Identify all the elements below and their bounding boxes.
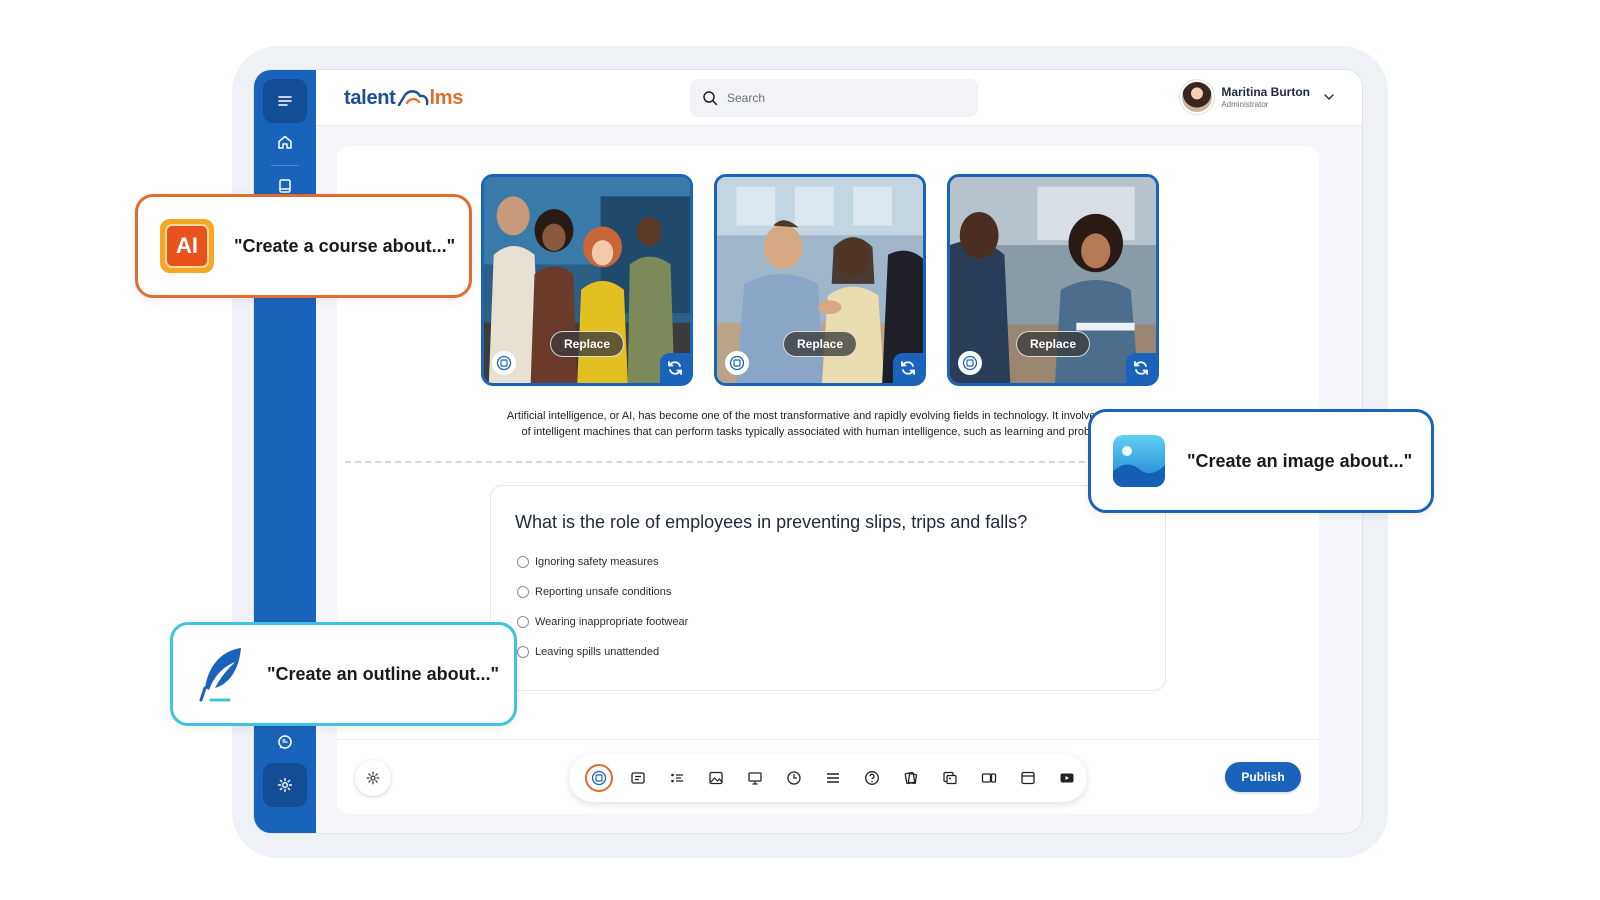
paragraph-line-1: Artificial intelligence, or AI, has beco… <box>506 410 1108 422</box>
toolbar-flashcard-button[interactable] <box>892 761 931 795</box>
refresh-icon <box>668 361 682 375</box>
content-paragraph[interactable]: Artificial intelligence, or AI, has beco… <box>487 408 1127 440</box>
ai-generate-chip[interactable] <box>492 351 516 375</box>
question-icon <box>865 771 880 785</box>
logo-cloud-icon <box>397 90 428 107</box>
toolbar-image-button[interactable] <box>696 761 735 795</box>
talentlms-logo[interactable]: talent lms <box>344 84 463 112</box>
toolbar-youtube-button[interactable] <box>1048 761 1087 795</box>
radio-button[interactable] <box>517 616 529 628</box>
answer-option-3[interactable]: Wearing inappropriate footwear <box>517 616 688 628</box>
user-name: Maritina Burton <box>1221 85 1310 99</box>
sidebar-item-messages[interactable] <box>263 720 307 764</box>
radio-button[interactable] <box>517 646 529 658</box>
refresh-icon <box>901 361 915 375</box>
search-input[interactable] <box>727 91 947 105</box>
ai-icon <box>591 770 606 786</box>
replace-button[interactable]: Replace <box>1015 331 1091 357</box>
toolbar-text-button[interactable] <box>618 761 657 795</box>
menu-icon <box>278 96 292 106</box>
toolbar-video-button[interactable] <box>970 761 1009 795</box>
replace-button[interactable]: Replace <box>782 331 858 357</box>
toolbar-window-button[interactable] <box>1009 761 1048 795</box>
toolbar-audio-button[interactable] <box>774 761 813 795</box>
ai-chip-icon <box>729 355 745 371</box>
book-icon <box>279 179 291 193</box>
paragraph-line-2: of intelligent machines that can perform… <box>521 426 1093 438</box>
ai-course-callout: AI "Create a course about..." <box>135 194 472 298</box>
toolbar-presentation-button[interactable] <box>735 761 774 795</box>
option-label: Leaving spills unattended <box>535 646 660 658</box>
section-divider <box>345 461 1105 463</box>
option-label: Wearing inappropriate footwear <box>535 616 689 628</box>
unit-settings-button[interactable] <box>355 760 391 796</box>
ai-generate-chip[interactable] <box>725 351 749 375</box>
search-bar[interactable] <box>690 79 978 117</box>
image-generator-icon <box>1113 435 1165 487</box>
callout-outline-text: "Create an outline about..." <box>267 663 500 684</box>
window-icon <box>1021 771 1036 785</box>
radio-button[interactable] <box>517 586 529 598</box>
answer-option-2[interactable]: Reporting unsafe conditions <box>517 586 671 598</box>
user-role: Administrator <box>1221 100 1269 109</box>
video-icon <box>982 773 997 783</box>
gallery-icon <box>943 771 957 785</box>
gear-icon <box>366 771 380 785</box>
sidebar-item-home[interactable] <box>263 120 307 164</box>
ai-chip-icon <box>496 355 512 371</box>
question-title: What is the role of employees in prevent… <box>515 512 1028 532</box>
answer-option-1[interactable]: Ignoring safety measures <box>517 556 659 568</box>
toolbar-question-button[interactable] <box>853 761 892 795</box>
option-label: Ignoring safety measures <box>535 556 659 568</box>
columns-icon <box>827 773 839 783</box>
toolbar-gallery-button[interactable] <box>931 761 970 795</box>
youtube-icon <box>1060 773 1074 783</box>
regenerate-button[interactable] <box>660 353 690 383</box>
image-icon <box>709 771 723 785</box>
home-icon <box>278 135 292 149</box>
avatar <box>1180 80 1215 114</box>
ai-chip-icon <box>962 355 978 371</box>
callout-course-text: "Create a course about..." <box>234 235 456 256</box>
radio-button[interactable] <box>517 556 529 568</box>
ai-badge-icon: AI <box>160 219 214 273</box>
presentation-icon <box>748 772 762 785</box>
list-icon <box>670 773 683 783</box>
refresh-icon <box>1134 361 1148 375</box>
gear-icon <box>277 777 293 793</box>
regenerate-button[interactable] <box>1126 353 1156 383</box>
logo-text-talent: talent <box>344 86 396 109</box>
flashcard-icon <box>904 771 918 785</box>
publish-button[interactable]: Publish <box>1225 762 1301 792</box>
text-icon <box>630 772 645 784</box>
callout-image-text: "Create an image about..." <box>1187 450 1413 471</box>
generated-image-card-2[interactable]: Replace <box>714 174 926 386</box>
search-icon <box>703 91 718 106</box>
ai-generate-chip[interactable] <box>958 351 982 375</box>
generated-image-card-3[interactable]: Replace <box>947 174 1159 386</box>
option-label: Reporting unsafe conditions <box>535 586 672 598</box>
toolbar-ai-button[interactable] <box>579 761 618 795</box>
replace-button[interactable]: Replace <box>549 331 625 357</box>
quiz-question-card[interactable]: What is the role of employees in prevent… <box>490 485 1166 691</box>
audio-icon <box>787 771 801 785</box>
top-bar: talent lms Maritina Burton Administrator <box>316 70 1362 126</box>
logo-text-lms: lms <box>429 86 464 109</box>
ai-image-callout: "Create an image about..." <box>1088 409 1434 513</box>
toolbar-list-button[interactable] <box>657 761 696 795</box>
regenerate-button[interactable] <box>893 353 923 383</box>
answer-option-4[interactable]: Leaving spills unattended <box>517 646 659 658</box>
sidebar-menu-button[interactable] <box>263 79 307 123</box>
footer-divider <box>337 739 1319 740</box>
content-type-toolbar <box>569 754 1087 802</box>
quill-icon <box>199 648 241 702</box>
chat-icon <box>278 735 292 749</box>
chevron-down-icon[interactable] <box>1322 90 1336 104</box>
user-menu[interactable]: Maritina Burton Administrator <box>1180 80 1336 114</box>
sidebar-item-settings[interactable] <box>263 763 307 807</box>
toolbar-columns-button[interactable] <box>813 761 852 795</box>
ai-outline-callout: "Create an outline about..." <box>170 622 517 726</box>
generated-image-card-1[interactable]: Replace <box>481 174 693 386</box>
